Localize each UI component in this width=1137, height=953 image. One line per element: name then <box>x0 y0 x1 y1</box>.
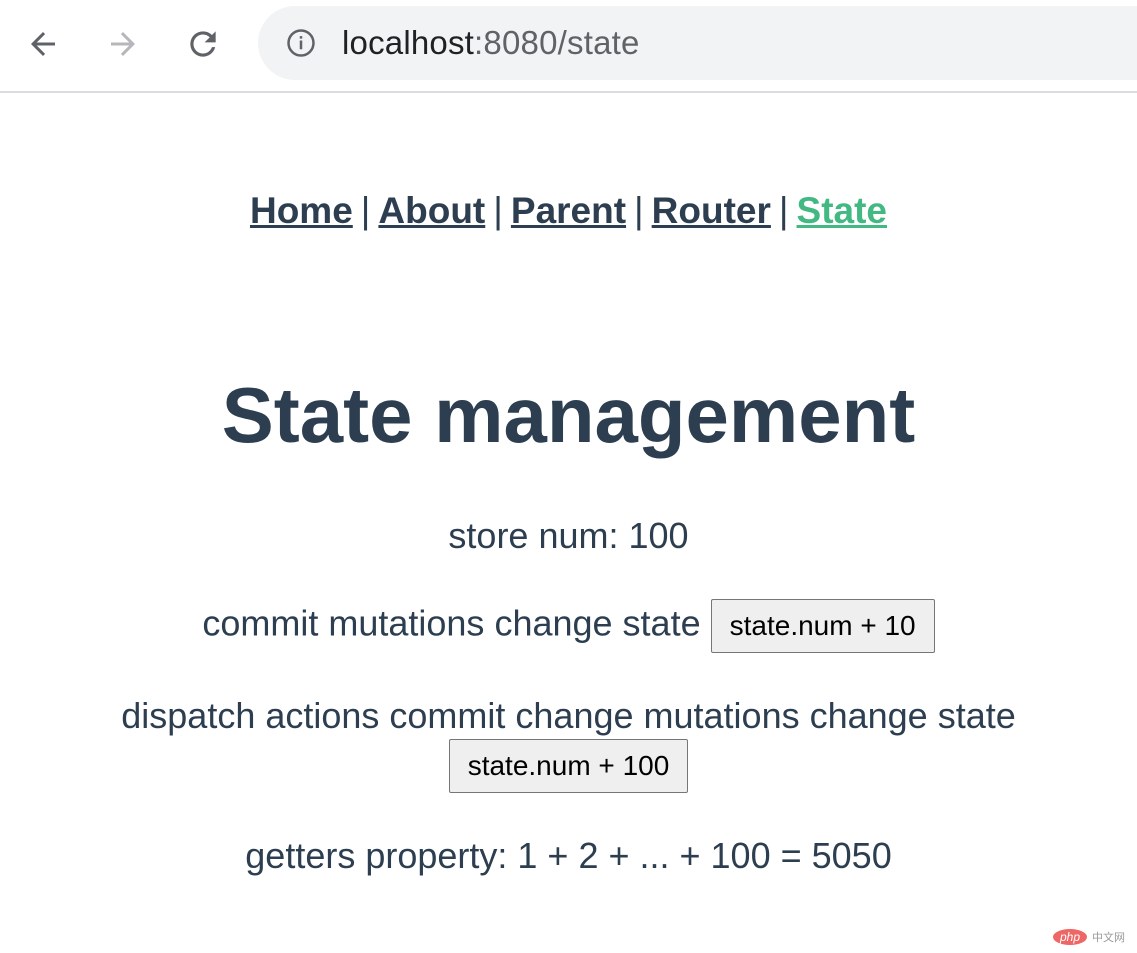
mutation-row: commit mutations change state state.num … <box>0 599 1137 653</box>
url-path: :8080/state <box>474 24 640 61</box>
reload-button[interactable] <box>181 22 225 66</box>
mutation-label: commit mutations change state <box>202 602 701 644</box>
url-text[interactable]: localhost:8080/state <box>342 24 640 62</box>
url-host: localhost <box>342 24 475 61</box>
nav-link-home[interactable]: Home <box>250 190 353 231</box>
nav-separator: | <box>778 190 789 231</box>
nav-separator: | <box>634 190 644 231</box>
action-row: state.num + 100 <box>0 739 1137 793</box>
store-num-text: store num: 100 <box>448 515 689 556</box>
nav-link-about[interactable]: About <box>378 190 485 231</box>
reload-icon <box>190 31 216 57</box>
page-title: State management <box>221 371 916 459</box>
back-button[interactable] <box>21 22 65 66</box>
add-100-button[interactable]: state.num + 100 <box>448 739 689 793</box>
nav-link-state[interactable]: State <box>797 190 887 231</box>
address-bar[interactable]: localhost:8080/state <box>258 6 1137 80</box>
forward-button[interactable] <box>101 22 145 66</box>
nav-link-parent[interactable]: Parent <box>511 190 626 231</box>
getters-text: getters property: 1 + 2 + ... + 100 = 50… <box>245 835 892 876</box>
action-label: dispatch actions commit change mutations… <box>121 695 1016 736</box>
watermark-logo: php 中文网 <box>1052 929 1125 945</box>
forward-arrow-icon <box>111 32 135 56</box>
browser-toolbar: localhost:8080/state <box>0 0 1137 93</box>
info-icon[interactable] <box>286 28 316 58</box>
add-10-button[interactable]: state.num + 10 <box>710 599 935 653</box>
nav-separator: | <box>493 190 503 231</box>
back-arrow-icon <box>31 32 55 56</box>
watermark-text: 中文网 <box>1092 932 1125 944</box>
main-nav: Home | About | Parent | Router | State <box>0 190 1137 232</box>
nav-separator: | <box>360 190 371 231</box>
php-logo: php <box>1052 929 1087 945</box>
nav-link-router[interactable]: Router <box>652 190 771 231</box>
